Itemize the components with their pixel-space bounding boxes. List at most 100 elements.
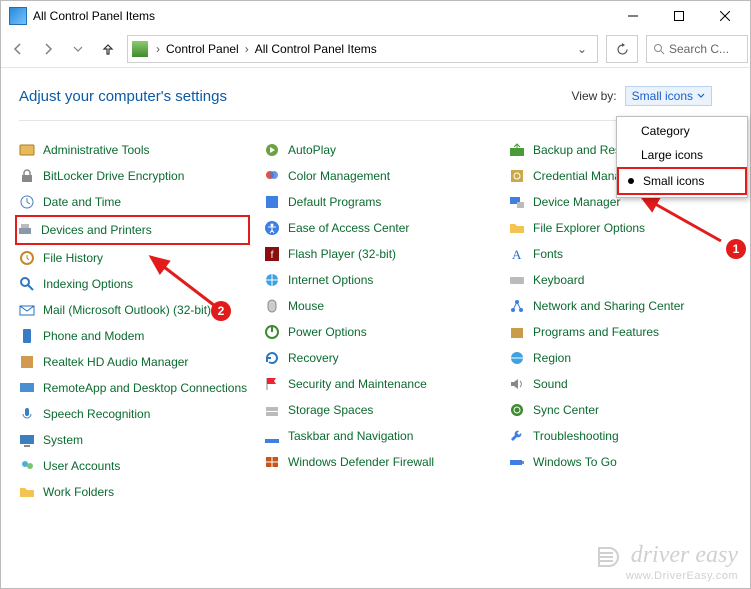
autoplay-icon: [264, 142, 280, 158]
breadcrumb-current[interactable]: All Control Panel Items: [255, 42, 377, 56]
minimize-button[interactable]: [610, 1, 656, 31]
cp-item-security-maintenance[interactable]: Security and Maintenance: [264, 371, 495, 397]
close-button[interactable]: [702, 1, 748, 31]
taskbar-icon: [264, 428, 280, 444]
history-icon: [19, 250, 35, 266]
chevron-down-icon: [697, 93, 705, 99]
cp-item-system[interactable]: System: [19, 427, 250, 453]
column-2: AutoPlay Color Management Default Progra…: [264, 137, 495, 505]
cp-item-color-management[interactable]: Color Management: [264, 163, 495, 189]
cp-item-recovery[interactable]: Recovery: [264, 345, 495, 371]
cp-item-taskbar-navigation[interactable]: Taskbar and Navigation: [264, 423, 495, 449]
cp-item-storage-spaces[interactable]: Storage Spaces: [264, 397, 495, 423]
control-panel-icon: [9, 7, 27, 25]
remote-icon: [19, 380, 35, 396]
cp-item-programs-features[interactable]: Programs and Features: [509, 319, 740, 345]
globe-icon: [264, 272, 280, 288]
annotation-badge-2: 2: [211, 301, 231, 321]
cp-item-bitlocker[interactable]: BitLocker Drive Encryption: [19, 163, 250, 189]
search-icon: [653, 43, 665, 55]
selected-dot-icon: [628, 178, 634, 184]
maximize-button[interactable]: [656, 1, 702, 31]
mic-icon: [19, 406, 35, 422]
view-by-value[interactable]: Small icons: [625, 86, 712, 106]
device-manager-icon: [509, 194, 525, 210]
cp-item-autoplay[interactable]: AutoPlay: [264, 137, 495, 163]
back-button[interactable]: [3, 34, 33, 64]
keyboard-icon: [509, 272, 525, 288]
cp-item-default-programs[interactable]: Default Programs: [264, 189, 495, 215]
cp-item-remoteapp[interactable]: RemoteApp and Desktop Connections: [19, 375, 250, 401]
region-icon: [509, 350, 525, 366]
cp-item-ease-of-access[interactable]: Ease of Access Center: [264, 215, 495, 241]
flash-icon: f: [264, 246, 280, 262]
address-bar[interactable]: › Control Panel › All Control Panel Item…: [127, 35, 598, 63]
drive-icon: [264, 402, 280, 418]
cp-item-keyboard[interactable]: Keyboard: [509, 267, 740, 293]
cp-item-devices-printers[interactable]: Devices and Printers: [15, 215, 250, 245]
annotation-arrow-1: [621, 191, 731, 251]
fonts-icon: A: [509, 246, 525, 262]
cp-item-date-time[interactable]: Date and Time: [19, 189, 250, 215]
clock-icon: [19, 194, 35, 210]
content-panel: Adjust your computer's settings View by:…: [1, 68, 750, 505]
sound-icon: [509, 376, 525, 392]
cp-item-network-sharing[interactable]: Network and Sharing Center: [509, 293, 740, 319]
refresh-button[interactable]: [606, 35, 638, 63]
search-input[interactable]: Search C...: [646, 35, 748, 63]
cp-item-windows-to-go[interactable]: Windows To Go: [509, 449, 740, 475]
search-options-icon: [19, 276, 35, 292]
dropdown-option-large-icons[interactable]: Large icons: [617, 143, 747, 167]
backup-icon: [509, 142, 525, 158]
window-title: All Control Panel Items: [33, 9, 610, 23]
cp-item-troubleshooting[interactable]: Troubleshooting: [509, 423, 740, 449]
title-bar: All Control Panel Items: [1, 1, 750, 31]
cp-item-mouse[interactable]: Mouse: [264, 293, 495, 319]
view-by-control: View by: Small icons: [572, 86, 713, 106]
flag-icon: [264, 376, 280, 392]
page-heading: Adjust your computer's settings: [19, 88, 227, 105]
accessibility-icon: [264, 220, 280, 236]
search-placeholder: Search C...: [669, 42, 729, 56]
breadcrumb-root[interactable]: Control Panel: [166, 42, 239, 56]
cp-item-speech[interactable]: Speech Recognition: [19, 401, 250, 427]
printer-icon: [17, 222, 33, 238]
vault-icon: [509, 168, 525, 184]
recent-menu-button[interactable]: [63, 34, 93, 64]
phone-icon: [19, 328, 35, 344]
svg-text:A: A: [512, 247, 522, 262]
cp-item-phone-modem[interactable]: Phone and Modem: [19, 323, 250, 349]
column-1: Administrative Tools BitLocker Drive Enc…: [19, 137, 250, 505]
svg-text:f: f: [271, 250, 274, 261]
system-icon: [19, 432, 35, 448]
cp-item-flash-player[interactable]: fFlash Player (32-bit): [264, 241, 495, 267]
sync-icon: [509, 402, 525, 418]
cp-item-work-folders[interactable]: Work Folders: [19, 479, 250, 505]
address-dropdown-icon[interactable]: ⌄: [571, 42, 593, 56]
watermark: driver easy www.DriverEasy.com: [595, 542, 738, 582]
view-by-label: View by:: [572, 89, 617, 103]
path-sep-icon: ›: [156, 42, 160, 56]
cp-item-windows-firewall[interactable]: Windows Defender Firewall: [264, 449, 495, 475]
cp-item-sound[interactable]: Sound: [509, 371, 740, 397]
cp-item-administrative-tools[interactable]: Administrative Tools: [19, 137, 250, 163]
cp-item-internet-options[interactable]: Internet Options: [264, 267, 495, 293]
up-button[interactable]: [93, 34, 123, 64]
control-panel-path-icon: [132, 41, 148, 57]
users-icon: [19, 458, 35, 474]
cp-item-sync-center[interactable]: Sync Center: [509, 397, 740, 423]
network-icon: [509, 298, 525, 314]
toolbar: › Control Panel › All Control Panel Item…: [1, 31, 750, 68]
folder-options-icon: [509, 220, 525, 236]
usb-icon: [509, 454, 525, 470]
box-icon: [509, 324, 525, 340]
cp-item-user-accounts[interactable]: User Accounts: [19, 453, 250, 479]
cp-item-region[interactable]: Region: [509, 345, 740, 371]
firewall-icon: [264, 454, 280, 470]
dropdown-option-category[interactable]: Category: [617, 119, 747, 143]
cp-item-power-options[interactable]: Power Options: [264, 319, 495, 345]
dropdown-option-small-icons[interactable]: Small icons: [617, 167, 747, 195]
path-sep-icon: ›: [245, 42, 249, 56]
forward-button[interactable]: [33, 34, 63, 64]
cp-item-realtek[interactable]: Realtek HD Audio Manager: [19, 349, 250, 375]
